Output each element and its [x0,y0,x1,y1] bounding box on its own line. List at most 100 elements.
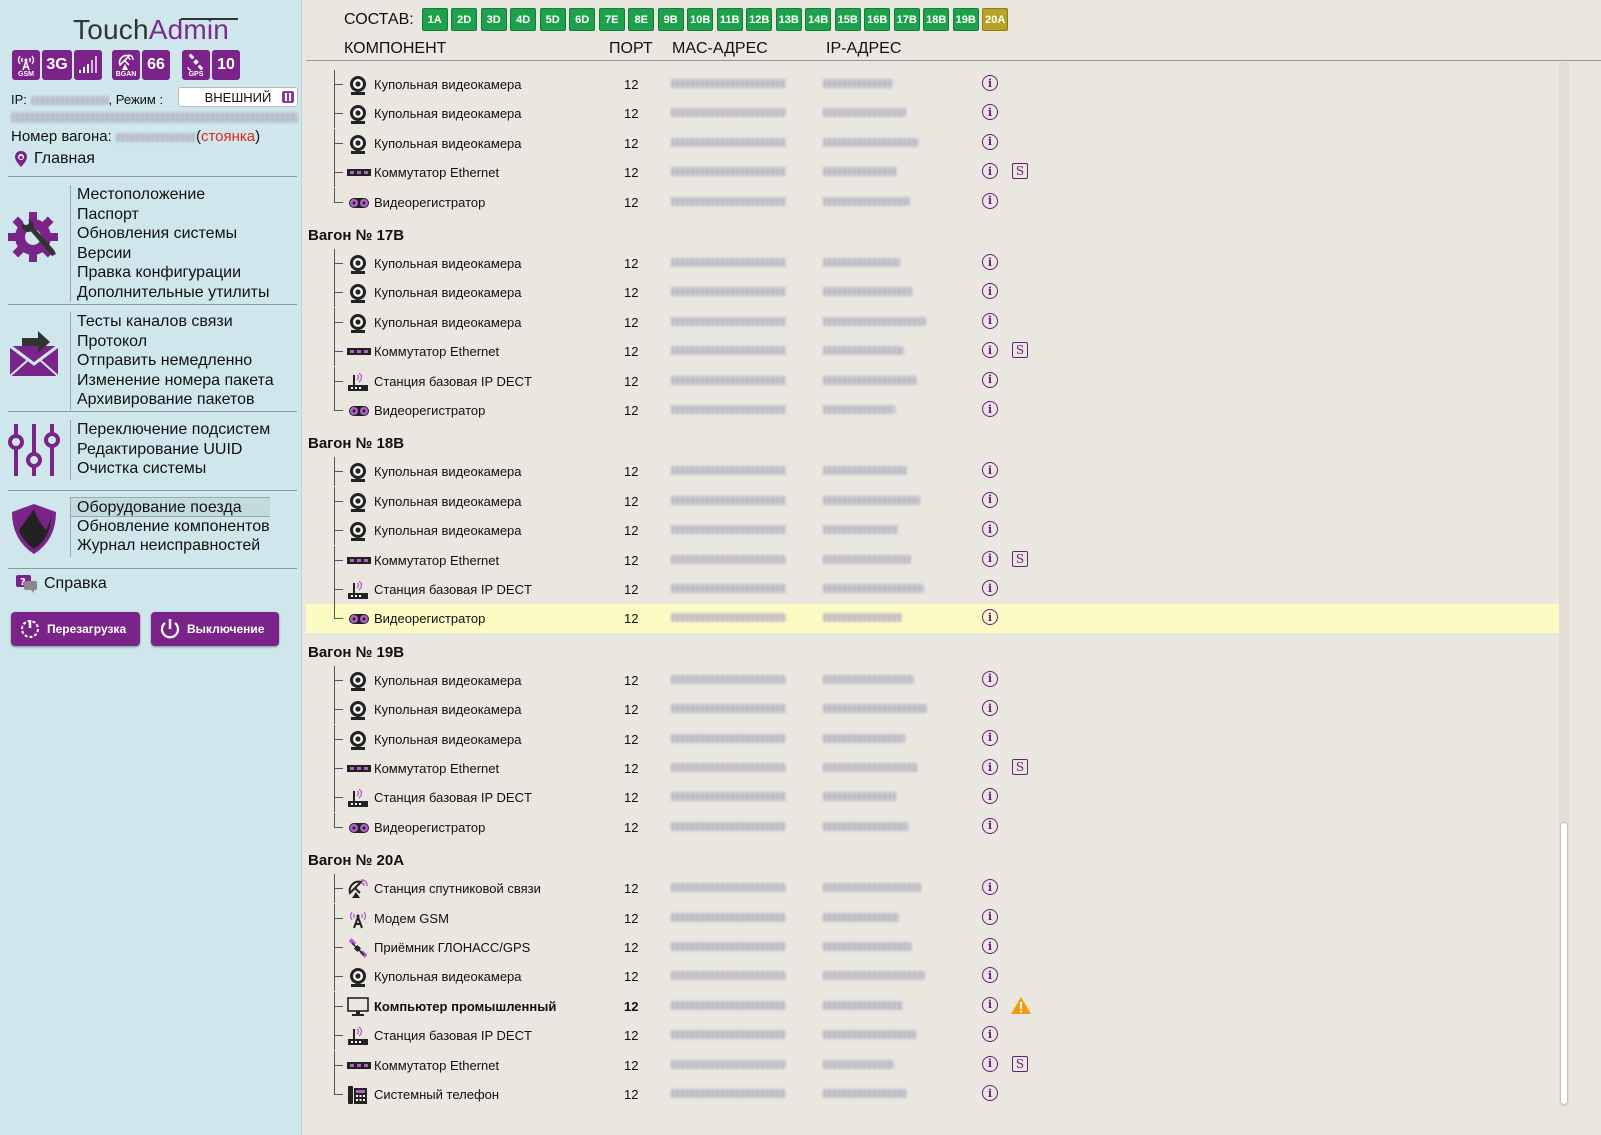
menu-item[interactable]: Протокол [71,332,274,352]
ip-address-redacted[interactable] [823,137,919,147]
s-button[interactable]: S [1012,342,1028,359]
car-button[interactable]: 19B [952,8,979,31]
car-button[interactable]: 13B [775,8,802,31]
table-row[interactable]: Станция базовая IP DECT 12 i [306,366,1564,396]
table-row[interactable]: Приёмник ГЛОНАСС/GPS 12 i [306,933,1564,962]
table-row[interactable]: Модем GSM 12 i [306,903,1564,933]
info-icon[interactable]: i [982,729,998,746]
ip-address-redacted[interactable] [823,674,914,684]
reboot-button[interactable]: Перезагрузка [11,612,140,646]
table-row[interactable]: Купольная видеокамера 12 i [306,249,1564,278]
s-button[interactable]: S [1012,550,1028,567]
table-row[interactable]: Станция базовая IP DECT 12 i [306,575,1564,604]
car-button[interactable]: 15B [834,8,861,31]
table-row[interactable]: Станция базовая IP DECT 12 i [306,1021,1564,1051]
menu-item[interactable]: Обновление компонентов [71,517,270,537]
menu-item[interactable]: Архивирование пакетов [71,390,274,410]
info-icon[interactable]: i [982,670,998,687]
ip-address-redacted[interactable] [823,495,920,505]
info-icon[interactable]: i [982,462,998,479]
pause-icon[interactable] [282,91,294,103]
vertical-scrollbar[interactable] [1559,62,1569,1107]
info-icon[interactable]: i [982,254,998,270]
menu-item[interactable]: Дополнительные утилиты [71,283,269,303]
ip-address-redacted[interactable] [823,704,927,714]
table-row[interactable]: Купольная видеокамера 12 i [306,457,1564,487]
menu-item[interactable]: Тесты каналов связи [71,312,274,332]
info-icon[interactable]: i [982,312,998,329]
car-button[interactable]: 5D [539,8,566,31]
info-icon[interactable]: i [982,371,998,388]
ip-address-redacted[interactable] [823,733,905,743]
menu-item[interactable]: Правка конфигурации [71,263,269,283]
car-button[interactable]: 10B [687,8,714,31]
info-icon[interactable]: i [982,521,998,538]
menu-item[interactable]: Переключение подсистем [71,420,270,440]
car-button[interactable]: 17B [893,8,920,31]
table-row[interactable]: Станция базовая IP DECT 12 i [306,783,1564,813]
ip-address-redacted[interactable] [823,763,918,772]
info-icon[interactable]: i [982,938,998,954]
s-button[interactable]: S [1012,1055,1028,1072]
table-row[interactable]: Купольная видеокамера 12 i [306,665,1564,695]
car-button[interactable]: 14B [805,8,832,31]
ip-address-redacted[interactable] [823,79,893,88]
car-button[interactable]: 7E [598,8,625,31]
info-icon[interactable]: i [982,342,998,359]
ip-address-redacted[interactable] [823,1030,916,1040]
table-row[interactable]: Купольная видеокамера 12 i [306,486,1564,516]
table-row[interactable]: Коммутатор Ethernet 12 i S [306,337,1564,367]
shutdown-button[interactable]: Выключение [151,612,279,646]
menu-item[interactable]: Обновления системы [71,224,269,244]
ip-address-redacted[interactable] [823,1000,903,1010]
menu-item[interactable]: Версии [71,244,269,264]
ip-address-redacted[interactable] [823,108,906,118]
table-row[interactable]: Купольная видеокамера 12 i [306,516,1564,546]
info-icon[interactable]: i [982,908,998,925]
table-row[interactable]: Купольная видеокамера 12 i [306,70,1564,99]
menu-item[interactable]: Изменение номера пакета [71,371,274,391]
nav-home[interactable]: Главная [14,150,95,168]
scrollbar-thumb[interactable] [1560,822,1568,1105]
car-button[interactable]: 12B [746,8,773,31]
table-row[interactable]: Станция спутниковой связи 12 i [306,874,1564,904]
car-button[interactable]: 2D [451,8,478,31]
info-icon[interactable]: i [982,283,998,300]
info-icon[interactable]: i [982,1026,998,1043]
ip-address-redacted[interactable] [823,1089,907,1098]
menu-item[interactable]: Очистка системы [71,459,270,479]
ip-address-redacted[interactable] [823,258,900,267]
ip-address-redacted[interactable] [823,584,924,593]
table-row[interactable]: Купольная видеокамера 12 i [306,695,1564,725]
table-row[interactable]: Купольная видеокамера 12 i [306,278,1564,308]
table-row[interactable]: Видеорегистратор 12 i [306,604,1564,634]
ip-address-redacted[interactable] [823,167,897,177]
table-row[interactable]: Видеорегистратор 12 i [306,187,1564,217]
info-icon[interactable]: i [982,75,998,91]
ip-address-redacted[interactable] [823,821,909,831]
ip-address-redacted[interactable] [823,287,913,297]
car-button[interactable]: 11B [716,8,743,31]
ip-address-redacted[interactable] [823,912,899,922]
info-icon[interactable]: i [982,163,998,180]
menu-item[interactable]: Редактирование UUID [71,440,270,460]
menu-item[interactable]: Отправить немедленно [71,351,274,371]
car-button[interactable]: 20A [982,8,1009,31]
table-row[interactable]: Купольная видеокамера 12 i [306,724,1564,754]
info-icon[interactable]: i [982,491,998,508]
info-icon[interactable]: i [982,133,998,150]
s-button[interactable]: S [1012,759,1028,775]
car-button[interactable]: 4D [510,8,537,31]
info-icon[interactable]: i [982,192,998,209]
menu-item[interactable]: Журнал неисправностей [71,536,270,556]
info-icon[interactable]: i [982,788,998,805]
menu-item[interactable]: Местоположение [71,185,269,205]
ip-address-redacted[interactable] [823,316,926,326]
ip-address-redacted[interactable] [823,346,904,356]
info-icon[interactable]: i [982,401,998,417]
info-icon[interactable]: i [982,609,998,626]
info-icon[interactable]: i [982,967,998,984]
car-button[interactable]: 18B [923,8,950,31]
info-icon[interactable]: i [982,580,998,596]
table-row[interactable]: Коммутатор Ethernet 12 i S [306,545,1564,575]
